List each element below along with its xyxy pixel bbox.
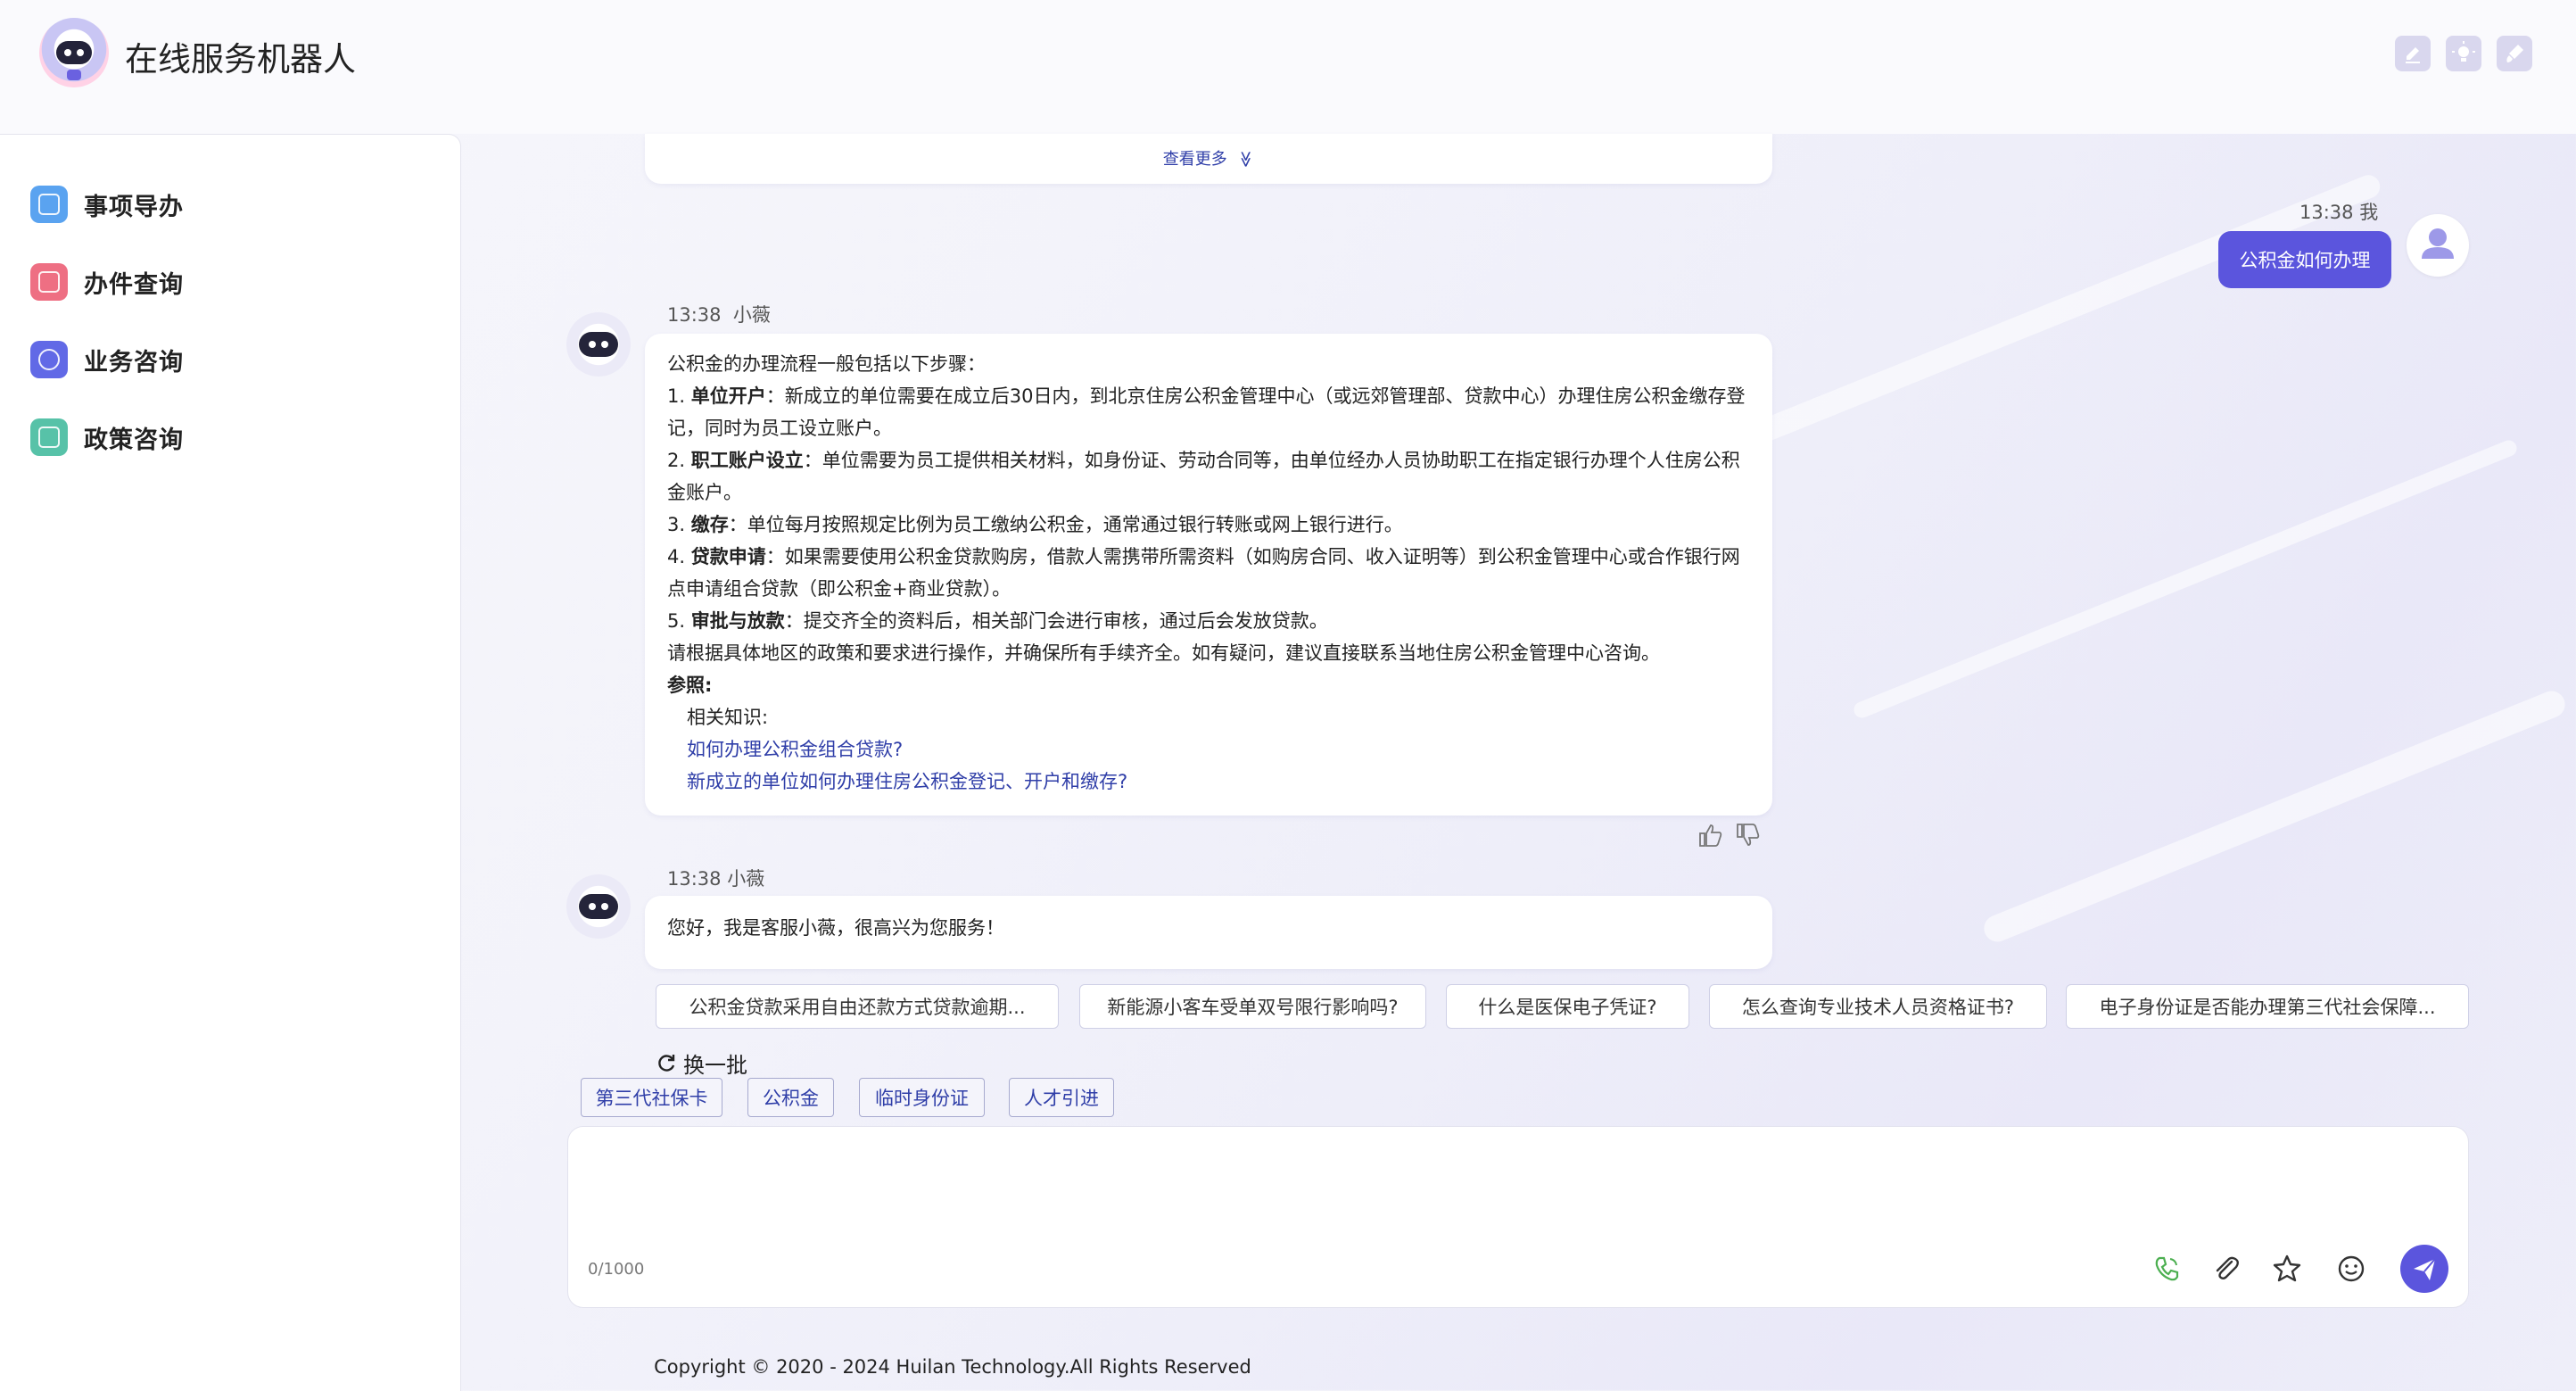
greeting-card: 您好，我是客服小薇，很高兴为您服务！	[645, 896, 1772, 969]
bot-message-meta: 13:38 小薇	[667, 868, 765, 890]
thumbs-down-icon[interactable]	[1734, 821, 1763, 849]
background-streak	[1979, 686, 2570, 947]
reference-link[interactable]: 新成立的单位如何办理住房公积金登记、开户和缴存?	[667, 766, 1738, 798]
user-message-bubble: 公积金如何办理	[2218, 231, 2391, 288]
quick-tag[interactable]: 临时身份证	[859, 1078, 985, 1117]
answer-step: 4. 贷款申请：如果需要使用公积金贷款购房，借款人需携带所需资料（如购房合同、收…	[667, 546, 1740, 567]
refresh-button[interactable]: 换一批	[655, 1047, 747, 1079]
suggestion-chip[interactable]: 电子身份证是否能办理第三代社会保障...	[2066, 984, 2469, 1029]
quick-tag[interactable]: 人才引进	[1009, 1078, 1114, 1117]
suggestion-chip[interactable]: 新能源小客车受单双号限行影响吗?	[1079, 984, 1426, 1029]
answer-intro: 公积金的办理流程一般包括以下步骤：	[667, 353, 986, 375]
reference-subtitle: 相关知识:	[687, 707, 769, 728]
user-message-meta: 13:38 我	[2299, 202, 2379, 223]
send-button[interactable]	[2400, 1245, 2448, 1293]
bot-message-meta: 13:38 小薇	[667, 304, 771, 326]
sidebar-item-query[interactable]: 办件查询	[30, 261, 184, 302]
answer-step-cont: 点申请组合贷款（即公积金+商业贷款）。	[667, 578, 1011, 600]
send-icon	[2414, 1258, 2436, 1280]
refresh-label: 换一批	[683, 1053, 747, 1078]
sidebar-item-policy[interactable]: 政策咨询	[30, 417, 184, 458]
edit-icon[interactable]	[2395, 36, 2431, 71]
footer-copyright: Copyright © 2020 - 2024 Huilan Technolog…	[654, 1356, 1251, 1378]
suggestion-chip[interactable]: 什么是医保电子凭证?	[1446, 984, 1689, 1029]
brush-icon[interactable]	[2497, 36, 2532, 71]
suggestion-chip[interactable]: 怎么查询专业技术人员资格证书?	[1709, 984, 2047, 1029]
message-input[interactable]	[586, 1141, 2445, 1243]
search-doc-icon	[30, 263, 68, 301]
greeting-text: 您好，我是客服小薇，很高兴为您服务！	[667, 917, 1004, 939]
refresh-icon	[658, 1054, 675, 1072]
robot-logo	[39, 18, 109, 87]
previous-message-card: 查看更多 ≫	[645, 134, 1772, 184]
app-title: 在线服务机器人	[125, 40, 356, 79]
answer-step: 3. 缴存：单位每月按照规定比例为员工缴纳公积金，通常通过银行转账或网上银行进行…	[667, 514, 1403, 535]
answer-step: 2. 职工账户设立：单位需要为员工提供相关材料，如身份证、劳动合同等，由单位经办…	[667, 450, 1740, 471]
sidebar-item-consult[interactable]: 业务咨询	[30, 339, 184, 380]
background-streak	[1851, 437, 2520, 721]
sidebar-item-guide[interactable]: 事项导办	[30, 184, 184, 225]
bot-avatar	[566, 874, 631, 939]
sidebar-item-label: 业务咨询	[84, 348, 184, 377]
star-icon[interactable]	[2269, 1251, 2305, 1287]
sidebar: 事项导办 办件查询 业务咨询 政策咨询	[0, 134, 461, 1391]
answer-step-cont: 金账户。	[667, 482, 742, 503]
phone-icon[interactable]	[2149, 1251, 2184, 1287]
reference-title: 参照:	[667, 675, 713, 696]
thumbs-up-icon[interactable]	[1697, 821, 1725, 849]
guide-icon	[30, 186, 68, 223]
quick-tag[interactable]: 公积金	[747, 1078, 834, 1117]
reference-link[interactable]: 如何办理公积金组合贷款?	[667, 733, 1738, 766]
lightbulb-icon[interactable]	[2446, 36, 2481, 71]
answer-step: 1. 单位开户：新成立的单位需要在成立后30日内，到北京住房公积金管理中心（或远…	[667, 385, 1746, 407]
policy-icon	[30, 418, 68, 456]
bot-avatar	[566, 312, 631, 377]
emoji-icon[interactable]	[2333, 1251, 2369, 1287]
sidebar-item-label: 事项导办	[84, 193, 184, 221]
suggestion-chip[interactable]: 公积金贷款采用自由还款方式贷款逾期...	[656, 984, 1059, 1029]
user-icon	[2422, 228, 2454, 259]
answer-step-cont: 记，同时为员工设立账户。	[667, 418, 892, 439]
chevron-down-icon: ≫	[1236, 151, 1256, 168]
sidebar-item-label: 政策咨询	[84, 426, 184, 454]
char-counter: 0/1000	[588, 1260, 645, 1279]
answer-closing: 请根据具体地区的政策和要求进行操作，并确保所有手续齐全。如有疑问，建议直接联系当…	[667, 642, 1660, 664]
user-avatar	[2407, 214, 2469, 277]
quick-tag[interactable]: 第三代社保卡	[581, 1078, 722, 1117]
paperclip-icon[interactable]	[2209, 1251, 2244, 1287]
view-more-link[interactable]: 查看更多 ≫	[645, 146, 1772, 170]
app-header: 在线服务机器人	[0, 0, 2576, 134]
bot-answer-text: 公积金的办理流程一般包括以下步骤： 1. 单位开户：新成立的单位需要在成立后30…	[667, 348, 1746, 798]
chat-icon	[30, 341, 68, 378]
sidebar-item-label: 办件查询	[84, 270, 184, 299]
answer-step: 5. 审批与放款：提交齐全的资料后，相关部门会进行审核，通过后会发放贷款。	[667, 610, 1328, 632]
